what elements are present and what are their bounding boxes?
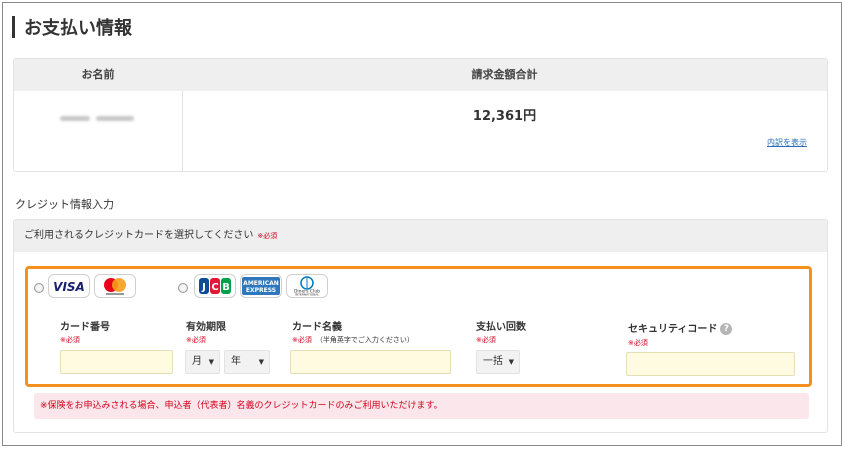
svg-text:AMERICAN: AMERICAN (243, 280, 279, 287)
expiry-year-value: 年 (231, 356, 241, 367)
chevron-down-icon: ▼ (508, 358, 514, 366)
card-number-required: ※必須 (60, 336, 80, 344)
name-column-header: お名前 (81, 68, 115, 81)
diners-logo: Diners Club INTERNATIONAL (286, 274, 328, 298)
mastercard-logo (94, 274, 136, 298)
expiry-month-value: 月 (192, 356, 202, 367)
security-code-input[interactable] (626, 352, 795, 376)
title-bar (12, 16, 15, 38)
card-name-note: （半角英字でご入力ください） (315, 336, 414, 344)
expiry-month-select[interactable]: 月 ▼ (185, 350, 220, 374)
card-name-label: カード名義 (292, 322, 342, 333)
summary-header: お名前 請求金額合計 (14, 59, 827, 91)
show-breakdown-link[interactable]: 内訳を表示 (767, 137, 807, 148)
total-amount: 12,361円 (472, 109, 537, 124)
security-code-label: セキュリティコード? (628, 320, 733, 335)
card-group1-radio[interactable] (34, 283, 44, 293)
cardholder-notice: ※保険をお申込みされる場合、申込者（代表者）名義のクレジットカードのみご利用いた… (34, 393, 809, 419)
card-select-header: ご利用されるクレジットカードを選択してください ※必須 (14, 220, 827, 252)
card-select-prompt: ご利用されるクレジットカードを選択してください (24, 230, 254, 241)
svg-text:VISA: VISA (53, 280, 85, 293)
page-title: お支払い情報 (12, 12, 132, 42)
security-code-label-text: セキュリティコード (628, 324, 718, 335)
required-mark: ※必須 (257, 232, 278, 240)
billing-summary-table: お名前 請求金額合計 12,361円 内訳を表示 (13, 58, 828, 172)
card-group2-radio[interactable] (178, 283, 188, 293)
help-icon[interactable]: ? (720, 323, 733, 335)
amex-logo: AMERICAN EXPRESS (240, 274, 282, 298)
card-number-label: カード番号 (60, 322, 110, 333)
jcb-logo: JCB (194, 274, 236, 298)
svg-text:J: J (201, 282, 206, 293)
security-code-required: ※必須 (628, 339, 648, 347)
expiry-required: ※必須 (186, 336, 206, 344)
chevron-down-icon: ▼ (208, 358, 214, 366)
card-name-required: ※必須 （半角英字でご入力ください） (292, 335, 414, 345)
credit-section-title: クレジット情報入力 (15, 198, 114, 211)
column-divider (182, 91, 183, 171)
visa-logo: VISA (48, 274, 90, 298)
installments-value: 一括 (483, 356, 503, 367)
svg-text:B: B (222, 282, 230, 293)
card-name-required-mark: ※必須 (292, 336, 312, 344)
svg-text:EXPRESS: EXPRESS (246, 287, 276, 294)
customer-name-blurred (60, 111, 136, 125)
chevron-down-icon: ▼ (258, 358, 264, 366)
total-column-header: 請求金額合計 (471, 68, 538, 81)
installments-required: ※必須 (476, 336, 496, 344)
card-name-input[interactable] (290, 350, 451, 374)
card-number-input[interactable] (60, 350, 173, 374)
expiry-label: 有効期限 (186, 322, 226, 333)
svg-text:INTERNATIONAL: INTERNATIONAL (295, 293, 319, 297)
page-title-text: お支払い情報 (24, 18, 132, 39)
svg-text:C: C (211, 282, 218, 293)
expiry-year-select[interactable]: 年 ▼ (224, 350, 270, 374)
installments-label: 支払い回数 (476, 322, 526, 333)
installments-select[interactable]: 一括 ▼ (476, 350, 520, 374)
